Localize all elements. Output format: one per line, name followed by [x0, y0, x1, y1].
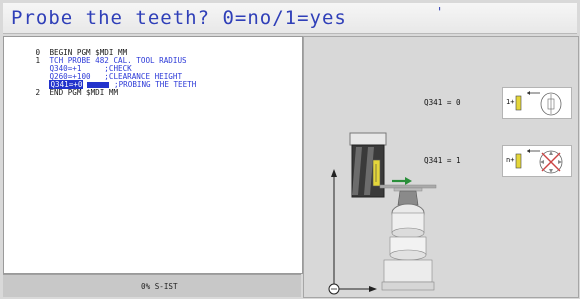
spindle-status-text: 0% S-IST	[141, 282, 178, 291]
title-mark: '	[436, 5, 444, 19]
probing-dialog-window: Probe the teeth? 0=no/1=yes ' 0 BEGIN PGM…	[0, 0, 580, 299]
line-code: ;PROBING THE TEETH	[114, 80, 197, 89]
probe-direction-arrow-icon	[392, 177, 412, 185]
tool-measurement-illustration	[328, 132, 437, 295]
status-bar: 0% S-IST	[3, 274, 301, 297]
help-graphic-panel: Q341 = 0 1+ Q341 = 1 n+	[303, 36, 579, 298]
prompt-text: Probe the teeth? 0=no/1=yes	[11, 7, 347, 29]
program-line[interactable]: 2 END PGM $MDI MM	[8, 81, 118, 105]
tool-touch-probe-icon	[379, 184, 437, 291]
program-editor[interactable]: 0 BEGIN PGM $MDI MM 1 TCH PROBE 482 CAL. T…	[3, 36, 303, 274]
line-code: END PGM $MDI MM	[49, 88, 119, 97]
line-number: 2	[35, 88, 41, 97]
prompt-bar: Probe the teeth? 0=no/1=yes '	[3, 3, 577, 34]
